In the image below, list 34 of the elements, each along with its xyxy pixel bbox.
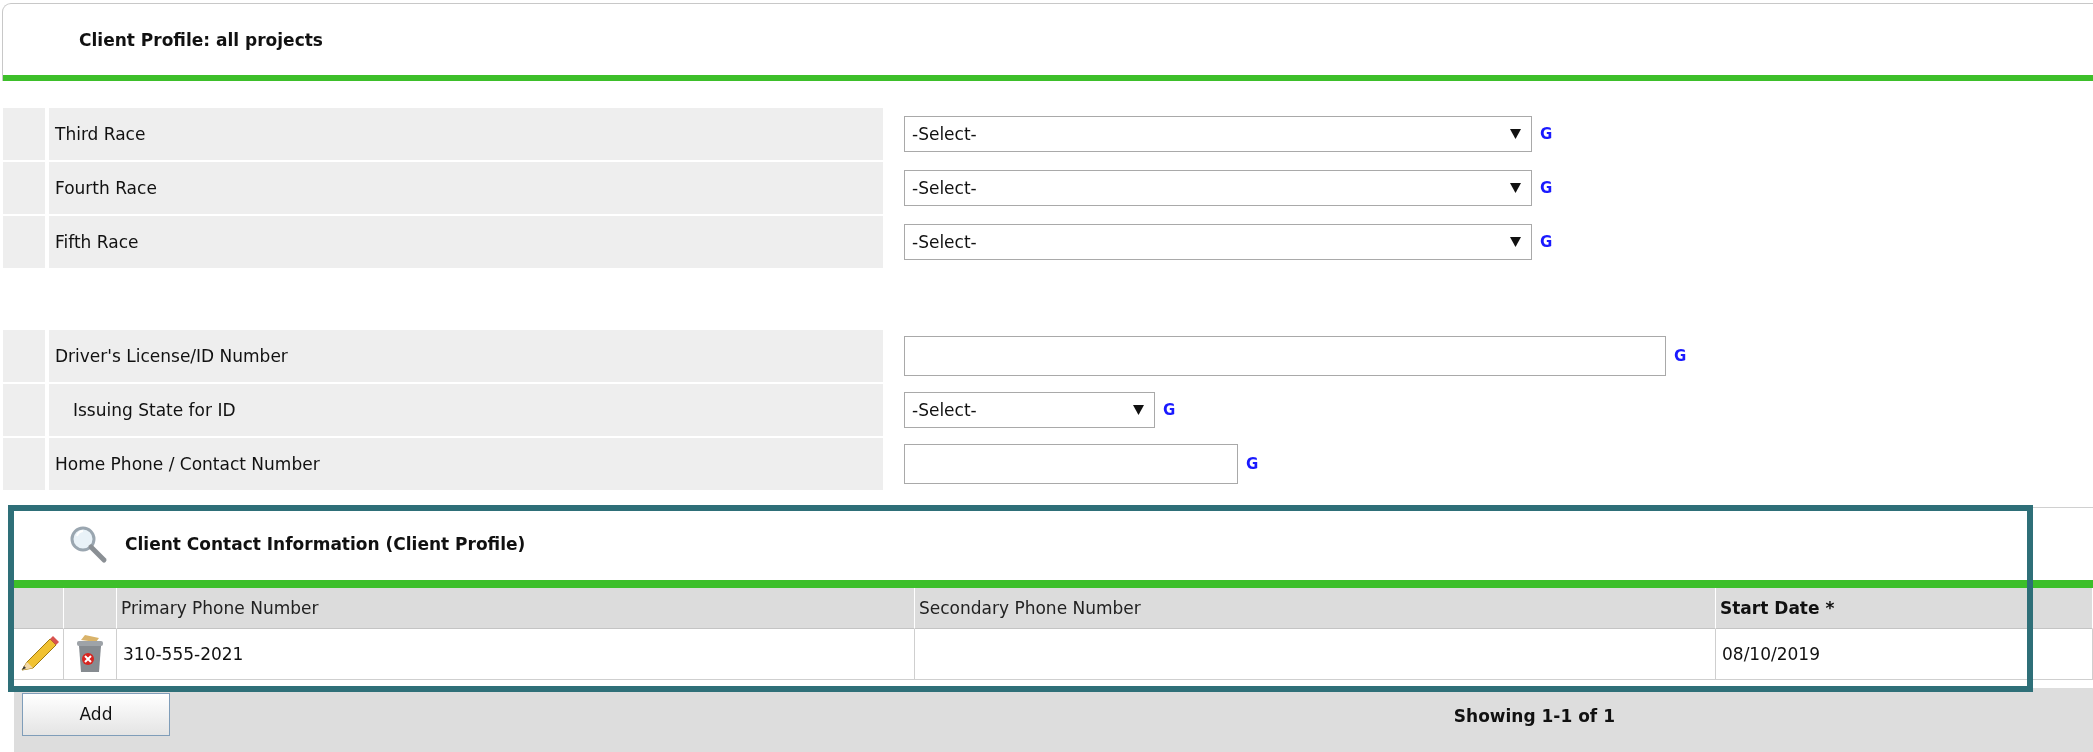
dropdown[interactable]: -Select- <box>904 116 1532 152</box>
panel-title: Client Profile: all projects <box>79 29 323 50</box>
table-cell: 310-555-2021 <box>117 629 915 680</box>
dropdown[interactable]: -Select- <box>904 392 1155 428</box>
pagination-text: Showing 1-1 of 1 <box>1453 706 1615 726</box>
add-button[interactable]: Add <box>22 692 170 736</box>
column-header: Secondary Phone Number <box>915 588 1716 629</box>
input-field[interactable] <box>904 336 1666 376</box>
help-link[interactable]: G <box>1674 347 1687 365</box>
caret-icon <box>1133 405 1144 415</box>
help-link[interactable]: G <box>1540 179 1553 197</box>
trash-icon[interactable] <box>75 634 105 674</box>
caret-icon <box>1510 237 1521 247</box>
help-link[interactable]: G <box>1540 125 1553 143</box>
dropdown[interactable]: -Select- <box>904 170 1532 206</box>
column-header: Start Date * <box>1716 588 2093 629</box>
caret-icon <box>1510 129 1521 139</box>
dropdown[interactable]: -Select- <box>904 224 1532 260</box>
magnifier-icon <box>68 524 108 564</box>
help-link[interactable]: G <box>1246 455 1259 473</box>
field-label: Fourth Race <box>49 162 883 214</box>
field-label: Driver's License/ID Number <box>49 330 883 382</box>
section-title: Client Contact Information (Client Profile) <box>125 534 526 554</box>
column-header: Primary Phone Number <box>117 588 915 629</box>
help-link[interactable]: G <box>1163 401 1176 419</box>
field-label: Issuing State for ID <box>49 384 883 436</box>
table-cell: 08/10/2019 <box>1716 629 2093 680</box>
input-field[interactable] <box>904 444 1238 484</box>
pencil-icon[interactable] <box>18 635 59 673</box>
field-label: Home Phone / Contact Number <box>49 438 883 490</box>
field-label: Fifth Race <box>49 216 883 268</box>
caret-icon <box>1510 183 1521 193</box>
field-label: Third Race <box>49 108 883 160</box>
help-link[interactable]: G <box>1540 233 1553 251</box>
